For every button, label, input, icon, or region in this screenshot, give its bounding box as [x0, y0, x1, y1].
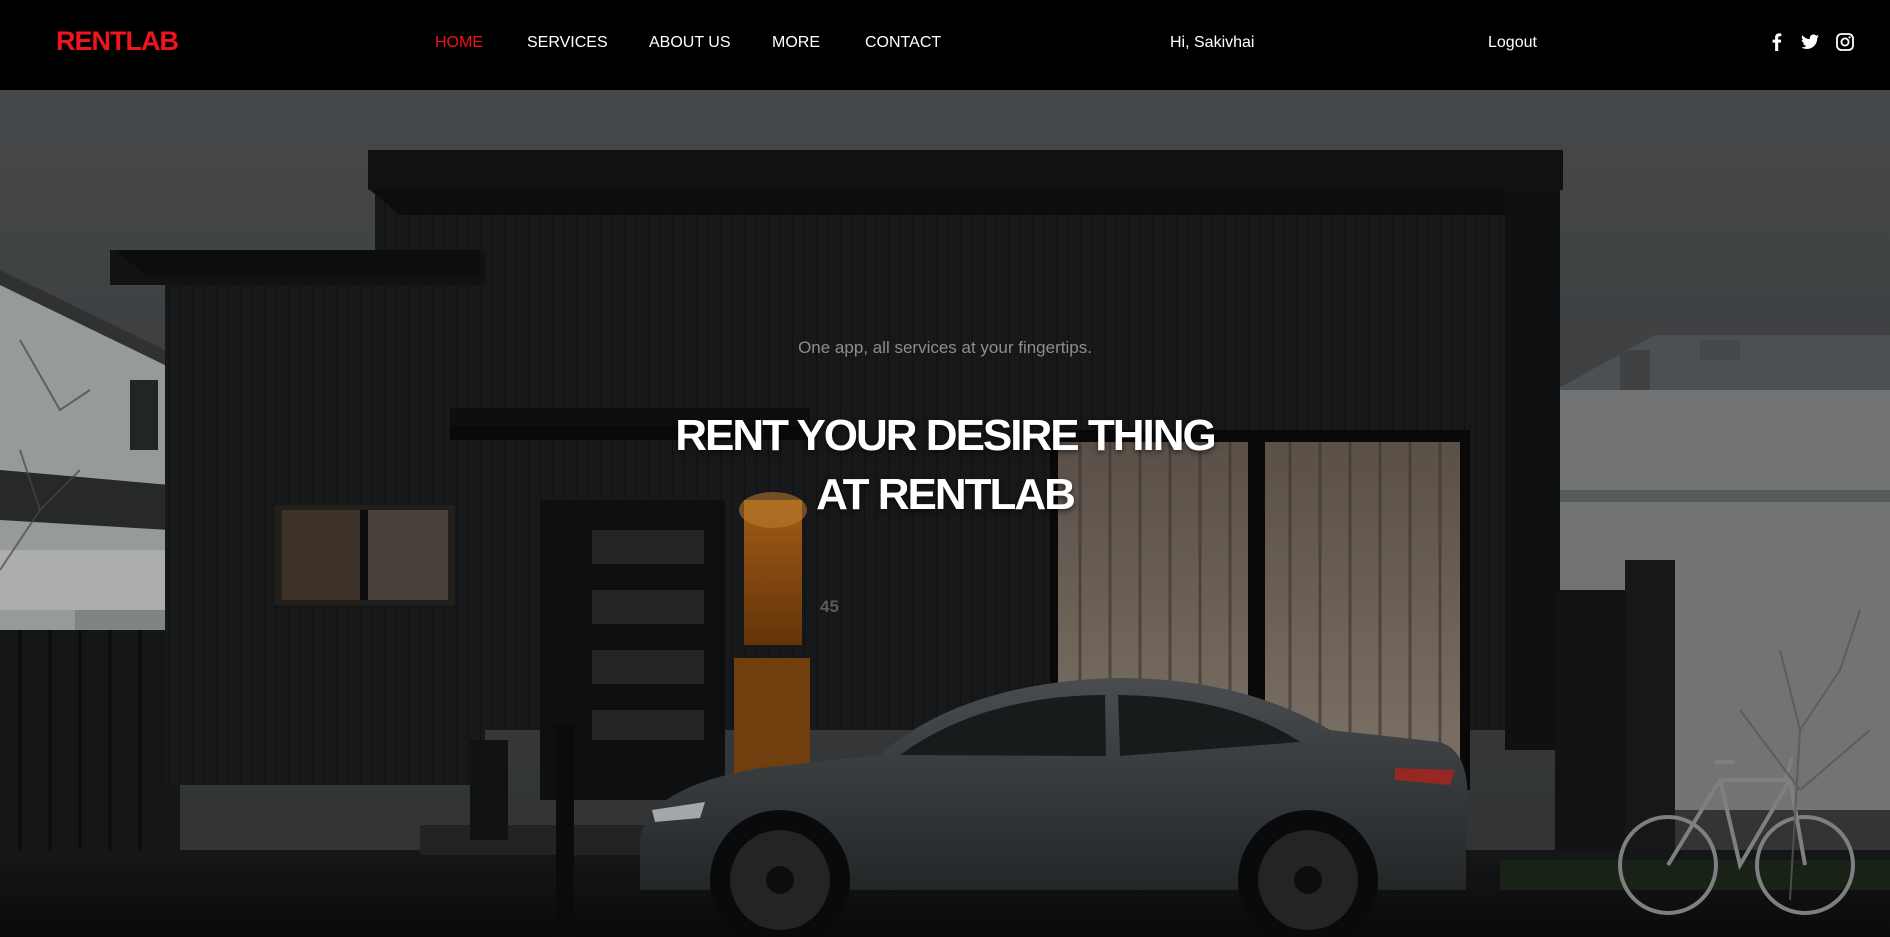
nav-about-us[interactable]: ABOUT US [649, 34, 731, 52]
logout-link[interactable]: Logout [1488, 34, 1537, 52]
nav-home[interactable]: HOME [435, 34, 483, 52]
top-navbar: RENTLAB HOME SERVICES ABOUT US MORE CONT… [0, 0, 1890, 90]
hero-section: One app, all services at your fingertips… [0, 90, 1890, 937]
user-greeting: Hi, Sakivhai [1170, 34, 1255, 51]
instagram-icon[interactable] [1835, 32, 1855, 52]
hero-headline: RENT YOUR DESIRE THING AT RENTLAB [0, 406, 1890, 524]
facebook-icon[interactable] [1767, 32, 1787, 52]
hero-tagline: One app, all services at your fingertips… [798, 338, 1092, 357]
brand-logo[interactable]: RENTLAB [56, 26, 179, 57]
nav-more[interactable]: MORE [772, 34, 820, 52]
nav-services[interactable]: SERVICES [527, 34, 608, 52]
hero-headline-line1: RENT YOUR DESIRE THING [675, 411, 1216, 460]
hero-headline-line2: AT RENTLAB [816, 470, 1076, 519]
twitter-icon[interactable] [1800, 32, 1820, 52]
house-number: 45 [820, 597, 839, 616]
nav-contact[interactable]: CONTACT [865, 34, 941, 52]
